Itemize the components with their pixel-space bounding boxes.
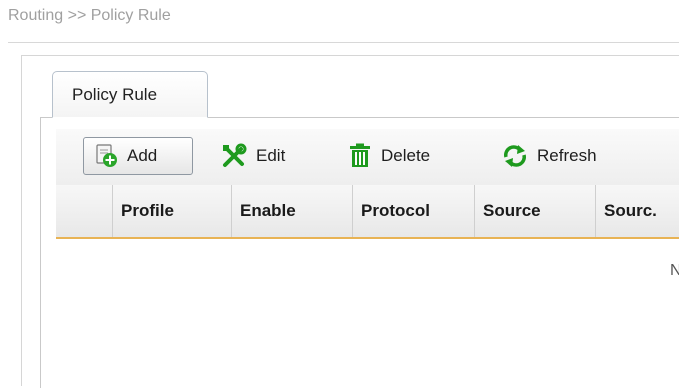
add-button[interactable]: Add: [83, 137, 193, 175]
trash-icon: [350, 143, 370, 167]
tab-label: Policy Rule: [72, 85, 158, 104]
page-title: Routing >> Policy Rule: [8, 7, 171, 24]
column-header-source[interactable]: Source: [474, 185, 595, 237]
edit-label: Edit: [256, 146, 286, 165]
refresh-icon: [504, 145, 526, 167]
add-label: Add: [127, 146, 158, 165]
tab-policy-rule[interactable]: Policy Rule: [52, 71, 208, 118]
column-header-source-more[interactable]: Sourc.: [595, 185, 679, 237]
delete-label: Delete: [381, 146, 431, 165]
column-header-profile[interactable]: Profile: [112, 185, 231, 237]
add-icon: [96, 144, 117, 167]
refresh-button[interactable]: Refresh: [502, 137, 597, 175]
grid-empty-message: N: [670, 262, 679, 279]
delete-button[interactable]: Delete: [348, 137, 430, 175]
tools-icon: [223, 143, 247, 167]
toolbar: Add Edit Delete Refresh: [56, 129, 679, 186]
column-header-enable[interactable]: Enable: [231, 185, 352, 237]
column-header-protocol[interactable]: Protocol: [352, 185, 474, 237]
grid-body: [56, 239, 679, 379]
grid-header: Profile Enable Protocol Source Sourc.: [56, 185, 679, 239]
refresh-label: Refresh: [537, 146, 597, 165]
edit-button[interactable]: Edit: [221, 137, 285, 175]
column-header-select[interactable]: [56, 185, 112, 237]
title-divider: [8, 42, 679, 43]
